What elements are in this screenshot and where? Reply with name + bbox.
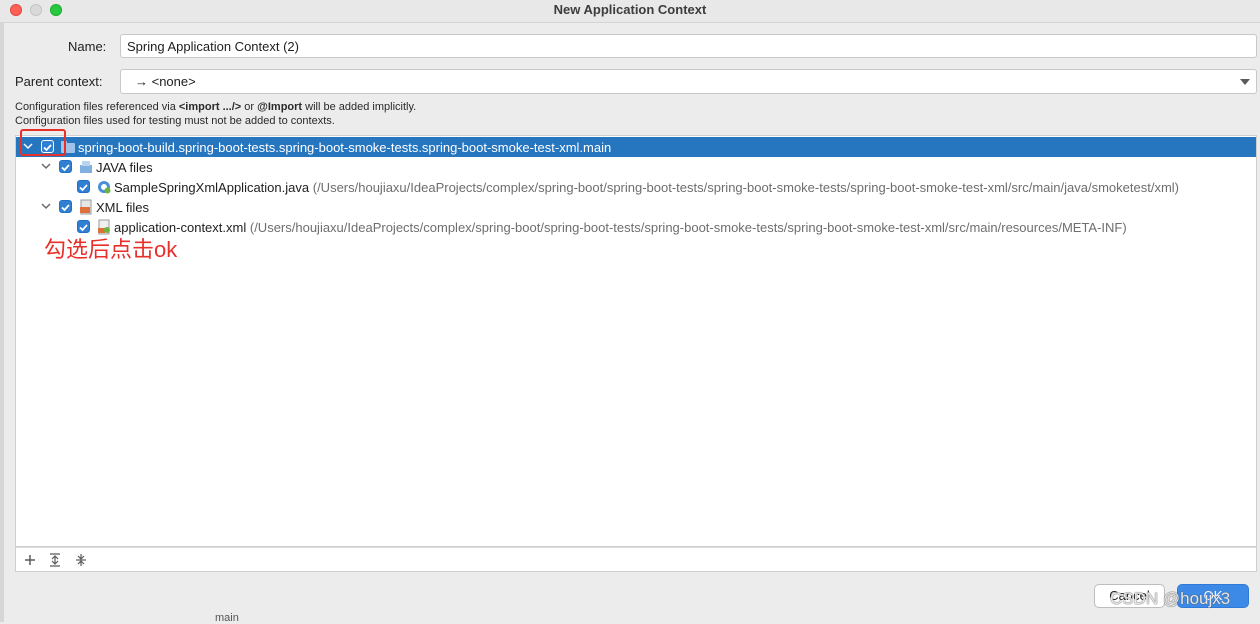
background-window-edge: [0, 22, 4, 622]
java-file-entry: SampleSpringXmlApplication.java (/Users/…: [114, 180, 1179, 195]
java-file-name: SampleSpringXmlApplication.java: [114, 180, 310, 195]
tree-row-xml-files[interactable]: XML files: [16, 197, 1256, 217]
xml-files-icon: [80, 199, 92, 215]
chevron-down-icon[interactable]: [41, 201, 51, 211]
tree-row-module[interactable]: spring-boot-build.spring-boot-tests.spri…: [16, 137, 1256, 157]
info-text-2: Configuration files used for testing mus…: [15, 115, 335, 127]
info-text-1: Configuration files referenced via <impo…: [15, 101, 417, 113]
title-bar: New Application Context: [0, 0, 1260, 23]
window-title: New Application Context: [553, 2, 707, 17]
expand-all-icon[interactable]: [47, 552, 63, 568]
name-input[interactable]: [120, 34, 1257, 58]
watermark: CSDN @houjx3: [1110, 589, 1231, 608]
annotation-text: 勾选后点击ok: [44, 237, 178, 262]
tree-row-xml-file[interactable]: application-context.xml (/Users/houjiaxu…: [16, 217, 1256, 237]
chevron-down-icon[interactable]: [41, 161, 51, 171]
add-icon[interactable]: [22, 552, 38, 568]
parent-context-value: → <none>: [135, 74, 196, 89]
tree-row-java-file[interactable]: SampleSpringXmlApplication.java (/Users/…: [16, 177, 1256, 197]
java-files-icon: [80, 161, 92, 173]
xml-files-label: XML files: [96, 200, 149, 215]
java-files-label: JAVA files: [96, 160, 153, 175]
java-file-checkbox[interactable]: [77, 180, 90, 193]
module-label: spring-boot-build.spring-boot-tests.spri…: [78, 140, 612, 155]
parent-context-select[interactable]: → <none>: [120, 69, 1257, 94]
spring-class-icon: [98, 181, 111, 194]
tree-toolbar: [15, 547, 1257, 572]
java-files-checkbox[interactable]: [59, 160, 72, 173]
xml-file-entry: application-context.xml (/Users/houjiaxu…: [114, 220, 1127, 235]
xml-files-checkbox[interactable]: [59, 200, 72, 213]
xml-file-path: (/Users/houjiaxu/IdeaProjects/complex/sp…: [249, 220, 1127, 235]
dropdown-arrow-icon: [1240, 79, 1250, 85]
collapse-all-icon[interactable]: [73, 552, 89, 568]
tree-row-java-files[interactable]: JAVA files: [16, 157, 1256, 177]
annotation-highlight-box: [20, 129, 66, 156]
name-label: Name:: [68, 39, 107, 54]
background-text-fragment: main: [215, 612, 239, 624]
config-files-tree[interactable]: spring-boot-build.spring-boot-tests.spri…: [15, 135, 1257, 547]
parent-context-label: Parent context:: [15, 74, 103, 89]
java-file-path: (/Users/houjiaxu/IdeaProjects/complex/sp…: [312, 180, 1179, 195]
